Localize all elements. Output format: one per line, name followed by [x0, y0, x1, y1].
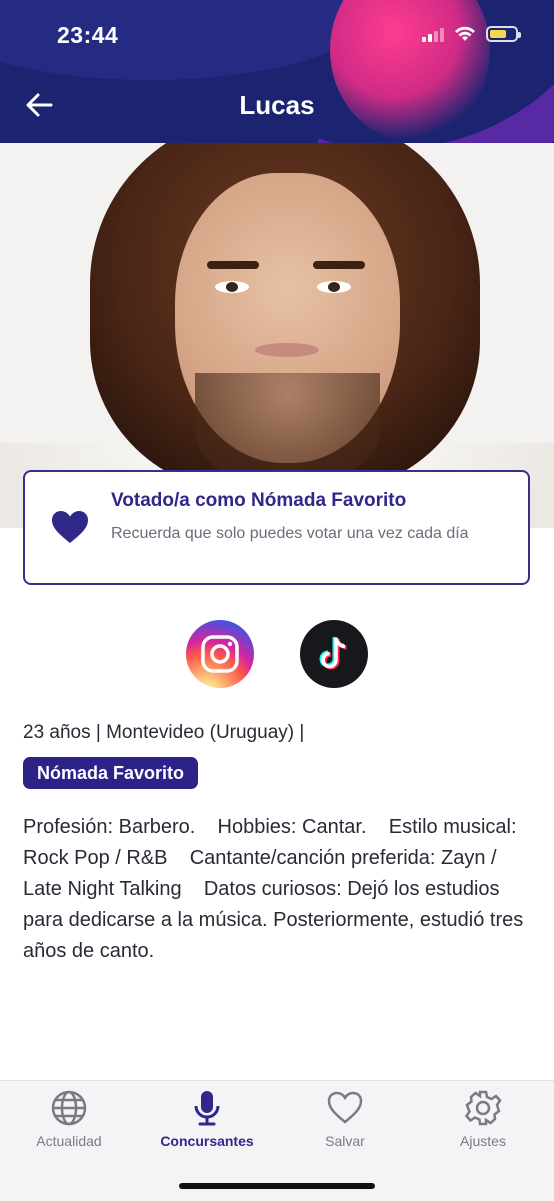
tiktok-button[interactable] — [300, 620, 368, 688]
cellular-signal-icon — [422, 26, 444, 42]
profile-description: Profesión: Barbero. Hobbies: Cantar. Est… — [23, 816, 529, 962]
home-indicator — [179, 1183, 375, 1189]
tab-label: Salvar — [325, 1133, 365, 1149]
vote-subtitle: Recuerda que solo puedes votar una vez c… — [111, 525, 469, 542]
page-title: Lucas — [239, 90, 315, 120]
battery-icon — [486, 26, 521, 42]
status-icons — [422, 26, 521, 42]
gear-icon — [464, 1090, 502, 1126]
heart-icon — [52, 511, 88, 543]
tab-label: Concursantes — [160, 1133, 254, 1149]
profile-info-line: 23 años | Montevideo (Uruguay) | — [23, 722, 305, 743]
tab-salvar[interactable]: Salvar — [276, 1081, 414, 1161]
instagram-button[interactable] — [186, 620, 254, 688]
microphone-icon — [194, 1091, 220, 1126]
vote-title: Votado/a como Nómada Favorito — [111, 490, 407, 511]
wifi-icon — [455, 26, 475, 41]
globe-icon — [51, 1090, 87, 1126]
tab-ajustes[interactable]: Ajustes — [414, 1081, 552, 1161]
app-header: 23:44 Lucas — [0, 0, 554, 143]
heart-outline-icon — [327, 1091, 363, 1124]
vote-status-card: Votado/a como Nómada Favorito Recuerda q… — [23, 470, 530, 585]
tab-label: Actualidad — [36, 1133, 102, 1149]
category-badge: Nómada Favorito — [23, 757, 199, 789]
tab-actualidad[interactable]: Actualidad — [0, 1081, 138, 1161]
tiktok-icon — [319, 636, 347, 670]
instagram-icon — [201, 635, 239, 673]
tab-label: Ajustes — [460, 1133, 506, 1149]
tab-concursantes[interactable]: Concursantes — [138, 1081, 276, 1161]
status-time: 23:44 — [57, 22, 119, 48]
